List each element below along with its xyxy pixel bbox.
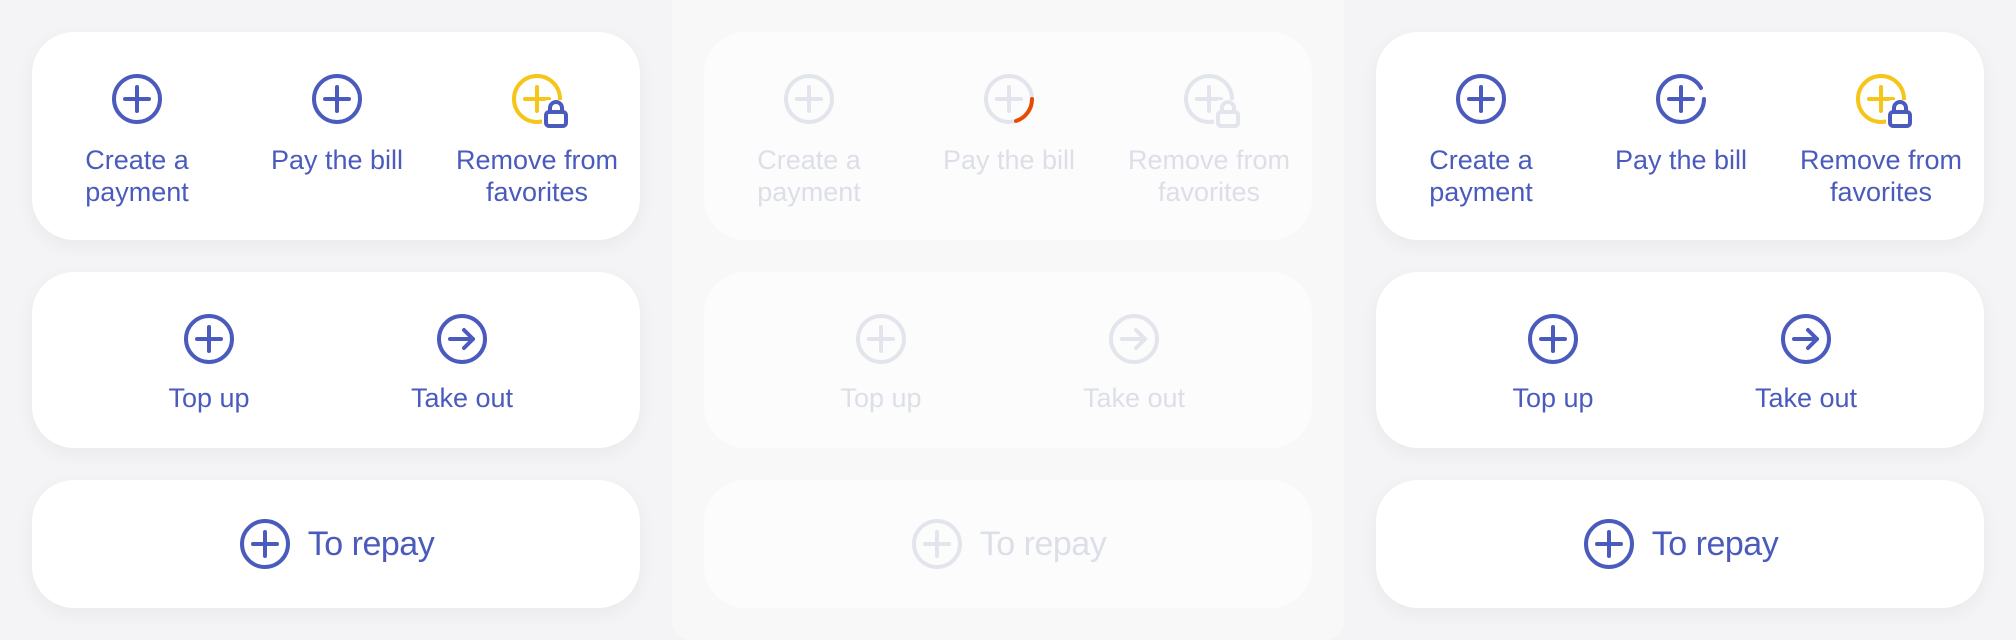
pay-bill-button[interactable]: Pay the bill bbox=[252, 32, 422, 240]
remove-from-favorites-button[interactable]: Remove from favorites bbox=[1788, 32, 1974, 240]
plus-circle-icon bbox=[1454, 72, 1508, 126]
create-payment-button[interactable]: Create a payment bbox=[52, 32, 222, 240]
top-up-label: Top up bbox=[168, 383, 250, 413]
plus-circle-icon bbox=[110, 72, 164, 126]
remove-from-favorites-label: Remove from favorites bbox=[1127, 145, 1291, 207]
pay-bill-label: Pay the bill bbox=[1614, 145, 1748, 175]
create-payment-label: Create a payment bbox=[757, 145, 861, 207]
take-out-label: Take out bbox=[410, 383, 514, 413]
to-repay-label: To repay bbox=[979, 525, 1107, 563]
plus-circle-icon bbox=[910, 517, 964, 571]
take-out-button[interactable]: Take out bbox=[1054, 272, 1214, 448]
plus-circle-icon bbox=[1582, 517, 1636, 571]
remove-from-favorites-button[interactable]: Remove from favorites bbox=[1116, 32, 1302, 240]
arrow-right-circle-icon bbox=[1107, 312, 1161, 366]
pay-bill-button[interactable]: Pay the bill bbox=[924, 32, 1094, 240]
to-repay-label: To repay bbox=[307, 525, 435, 563]
account-actions-panel: Top up Take out bbox=[32, 272, 640, 448]
quick-actions-panel: Create a payment Pay the bill Remove fro… bbox=[32, 32, 640, 240]
arrow-right-circle-icon bbox=[1779, 312, 1833, 366]
pay-bill-label: Pay the bill bbox=[942, 145, 1076, 175]
take-out-label: Take out bbox=[1754, 383, 1858, 413]
quick-actions-panel: Create a payment Pay the bill Remove fro… bbox=[704, 32, 1312, 240]
screen: Create a payment Pay the bill Remove fro… bbox=[0, 0, 2016, 640]
state-pressed-column: Create a payment Pay the bill Remove fro… bbox=[1344, 0, 2016, 640]
plus-circle-icon bbox=[854, 312, 908, 366]
to-repay-button[interactable]: To repay bbox=[32, 480, 640, 608]
arrow-right-circle-icon bbox=[435, 312, 489, 366]
take-out-button[interactable]: Take out bbox=[1726, 272, 1886, 448]
create-payment-button[interactable]: Create a payment bbox=[724, 32, 894, 240]
take-out-button[interactable]: Take out bbox=[382, 272, 542, 448]
plus-circle-lock-icon bbox=[1854, 72, 1914, 128]
plus-circle-open-icon bbox=[1654, 72, 1708, 126]
repay-panel: To repay bbox=[704, 480, 1312, 608]
top-up-button[interactable]: Top up bbox=[1488, 272, 1618, 448]
repay-panel: To repay bbox=[1376, 480, 1984, 608]
state-loading-column: Create a payment Pay the bill Remove fro… bbox=[672, 0, 1344, 640]
plus-circle-icon bbox=[238, 517, 292, 571]
create-payment-button[interactable]: Create a payment bbox=[1396, 32, 1566, 240]
account-actions-panel: Top up Take out bbox=[1376, 272, 1984, 448]
to-repay-button[interactable]: To repay bbox=[1376, 480, 1984, 608]
to-repay-button[interactable]: To repay bbox=[704, 480, 1312, 608]
remove-from-favorites-label: Remove from favorites bbox=[1799, 145, 1963, 207]
top-up-button[interactable]: Top up bbox=[144, 272, 274, 448]
plus-circle-icon bbox=[182, 312, 236, 366]
quick-actions-panel: Create a payment Pay the bill Remove fro… bbox=[1376, 32, 1984, 240]
create-payment-label: Create a payment bbox=[1429, 145, 1533, 207]
top-up-button[interactable]: Top up bbox=[816, 272, 946, 448]
loading-spinner-icon bbox=[982, 72, 1036, 126]
plus-circle-icon bbox=[782, 72, 836, 126]
pay-bill-label: Pay the bill bbox=[270, 145, 404, 175]
plus-circle-icon bbox=[310, 72, 364, 126]
create-payment-label: Create a payment bbox=[85, 145, 189, 207]
top-up-label: Top up bbox=[840, 383, 922, 413]
plus-circle-icon bbox=[1526, 312, 1580, 366]
remove-from-favorites-label: Remove from favorites bbox=[455, 145, 619, 207]
take-out-label: Take out bbox=[1082, 383, 1186, 413]
plus-circle-lock-icon bbox=[510, 72, 570, 128]
top-up-label: Top up bbox=[1512, 383, 1594, 413]
to-repay-label: To repay bbox=[1651, 525, 1779, 563]
remove-from-favorites-button[interactable]: Remove from favorites bbox=[444, 32, 630, 240]
account-actions-panel: Top up Take out bbox=[704, 272, 1312, 448]
plus-circle-lock-icon bbox=[1182, 72, 1242, 128]
state-default-column: Create a payment Pay the bill Remove fro… bbox=[0, 0, 672, 640]
repay-panel: To repay bbox=[32, 480, 640, 608]
pay-bill-button[interactable]: Pay the bill bbox=[1596, 32, 1766, 240]
